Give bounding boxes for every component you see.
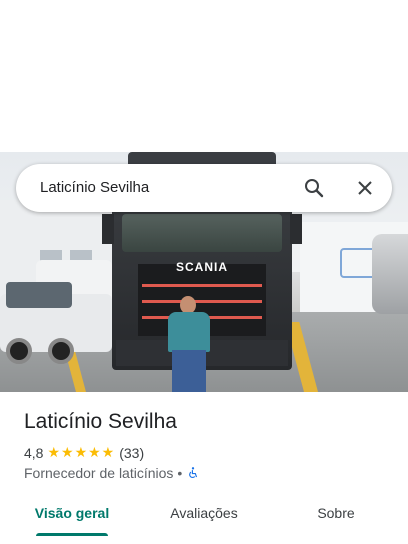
star-rating-icon: ★★★★★ — [47, 444, 116, 460]
rating-row[interactable]: 4,8 ★★★★★ (33) — [24, 444, 144, 461]
tab-reviews[interactable]: Avaliações — [160, 492, 248, 536]
place-name: Laticínio Sevilha — [24, 410, 177, 433]
search-bar[interactable]: Laticínio Sevilha — [16, 164, 392, 212]
rating-value: 4,8 — [24, 444, 44, 461]
tab-about[interactable]: Sobre — [292, 492, 380, 536]
photo-person — [166, 296, 212, 392]
search-icon[interactable] — [302, 176, 326, 200]
separator-dot: • — [177, 465, 183, 481]
search-query[interactable]: Laticínio Sevilha — [40, 164, 149, 212]
photo-car — [0, 260, 112, 370]
wheelchair-accessible-icon — [189, 467, 198, 479]
close-icon[interactable] — [353, 176, 377, 200]
category-row: Fornecedor de laticínios • — [24, 465, 200, 481]
place-tabs: Visão geral Avaliações Sobre — [0, 492, 408, 536]
active-tab-indicator — [36, 533, 108, 536]
review-count[interactable]: (33) — [119, 445, 144, 461]
photo-tanker — [372, 234, 408, 314]
tab-overview[interactable]: Visão geral — [28, 492, 116, 536]
place-category: Fornecedor de laticínios — [24, 465, 174, 481]
truck-brand-text: SCANIA — [175, 260, 228, 274]
